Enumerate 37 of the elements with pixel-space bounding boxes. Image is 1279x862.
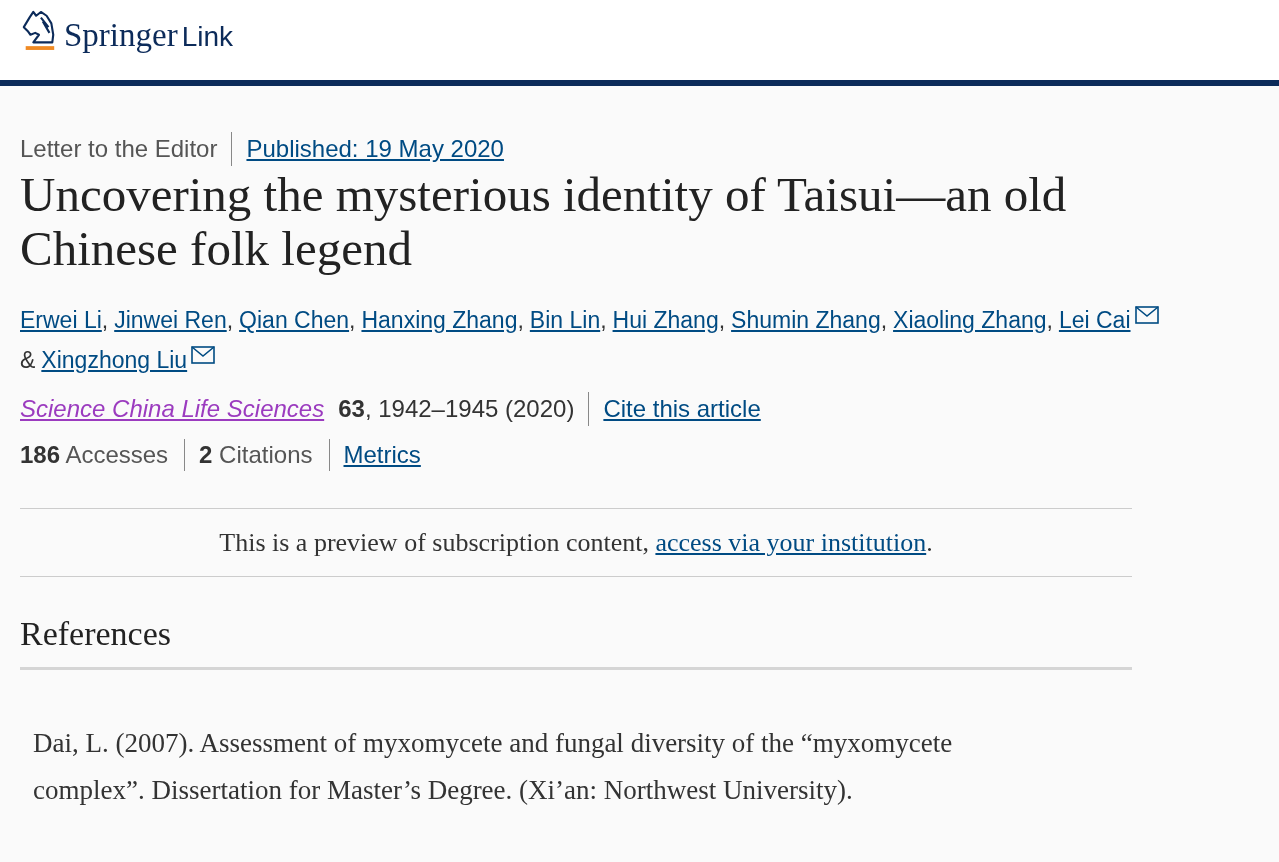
comma: , bbox=[600, 307, 607, 333]
author-link[interactable]: Hui Zhang bbox=[612, 307, 719, 333]
comma: , bbox=[226, 307, 234, 333]
author-link[interactable]: Hanxing Zhang bbox=[361, 307, 518, 333]
comma: , bbox=[349, 307, 356, 333]
preview-notice: This is a preview of subscription content, access via your institution. bbox=[219, 527, 933, 558]
published-date-link[interactable]: Published: 19 May 2020 bbox=[246, 132, 504, 166]
comma: , bbox=[101, 307, 109, 333]
reference-text: Dai, L. (2007). Assessment of myxomycete and fungal diversity of the “myxomycete complex”. Dissertation for Master’s Degree. (Xi’an: Northwest University). bbox=[33, 727, 954, 807]
envelope-icon[interactable] bbox=[1134, 306, 1159, 324]
author-link[interactable]: Bin Lin bbox=[529, 307, 601, 333]
author-link[interactable]: Qian Chen bbox=[239, 307, 350, 333]
article-title: Uncovering the mysterious identity of Taisui—an old Chinese folk legend bbox=[20, 168, 1068, 276]
cite-link[interactable]: Cite this article bbox=[603, 392, 761, 426]
metric-count: 2 Citations bbox=[199, 440, 313, 470]
references-heading: References bbox=[20, 577, 1132, 670]
page-range: , 1942–1945 (2020) bbox=[364, 392, 590, 426]
logo-text[interactable]: Link bbox=[181, 23, 234, 52]
envelope-icon[interactable] bbox=[191, 346, 216, 364]
author-link[interactable]: Shumin Zhang bbox=[731, 307, 881, 333]
journal-link[interactable]: Science China Life Sciences bbox=[20, 392, 325, 426]
author-link[interactable]: Xiaoling Zhang bbox=[893, 307, 1047, 333]
author-link[interactable]: Lei Cai bbox=[1058, 307, 1131, 333]
logo-text[interactable]: Springer bbox=[64, 19, 178, 52]
comma: , bbox=[880, 307, 888, 333]
author-link[interactable]: Xingzhong Liu bbox=[41, 347, 188, 373]
metric-count: 186 Accesses bbox=[20, 440, 169, 470]
volume: 63 bbox=[338, 394, 365, 424]
article-type: Letter to the Editor bbox=[20, 132, 233, 166]
author-link[interactable]: Jinwei Ren bbox=[114, 307, 227, 333]
comma: , bbox=[718, 307, 726, 333]
author-link[interactable]: Erwei Li bbox=[20, 307, 102, 333]
comma: , bbox=[517, 307, 524, 333]
comma: , bbox=[1046, 307, 1053, 333]
author-joiner: & bbox=[20, 347, 36, 373]
institution-access-link[interactable]: access via your institution bbox=[655, 527, 927, 557]
metrics-link[interactable]: Metrics bbox=[343, 438, 421, 472]
